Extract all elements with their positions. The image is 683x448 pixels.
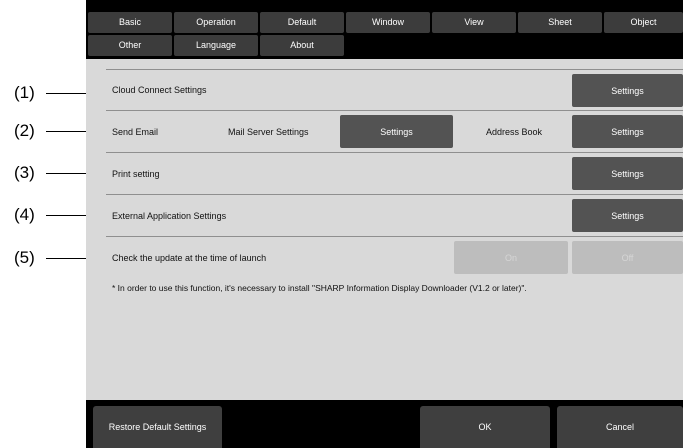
callout-number: (3): [14, 163, 35, 182]
print-setting-label: Print setting: [112, 168, 160, 179]
tab-about[interactable]: About: [260, 35, 344, 56]
tab-view[interactable]: View: [432, 12, 516, 33]
callout-4: (4): [0, 205, 88, 225]
tab-language[interactable]: Language: [174, 35, 258, 56]
callout-line: [46, 173, 88, 174]
cloud-connect-label: Cloud Connect Settings: [112, 85, 207, 95]
restore-defaults-button[interactable]: Restore Default Settings: [93, 406, 222, 448]
tab-bar: Basic Operation Default Window View Shee…: [86, 0, 683, 60]
callout-number: (2): [14, 121, 35, 140]
tab-object[interactable]: Object: [604, 12, 683, 33]
callout-2: (2): [0, 121, 88, 141]
tab-default[interactable]: Default: [260, 12, 344, 33]
print-settings-button[interactable]: Settings: [572, 157, 683, 190]
update-check-row: Check the update at the time of launch O…: [106, 237, 683, 279]
cloud-connect-settings-button[interactable]: Settings: [572, 74, 683, 107]
callout-number: (4): [14, 205, 35, 224]
external-app-row: External Application Settings Settings: [106, 195, 683, 237]
tab-basic[interactable]: Basic: [88, 12, 172, 33]
callout-line: [46, 93, 88, 94]
callout-3: (3): [0, 163, 88, 183]
address-book-settings-button[interactable]: Settings: [572, 115, 683, 148]
settings-dialog: Basic Operation Default Window View Shee…: [86, 0, 683, 448]
update-check-label: Check the update at the time of launch: [112, 253, 267, 263]
callout-number: (1): [14, 83, 35, 102]
send-email-label: Send Email: [112, 126, 159, 137]
tab-other[interactable]: Other: [88, 35, 172, 56]
cloud-connect-row: Cloud Connect Settings Settings: [106, 69, 683, 111]
update-off-button[interactable]: Off: [572, 241, 683, 274]
install-note: * In order to use this function, it's ne…: [112, 283, 527, 293]
tab-window[interactable]: Window: [346, 12, 430, 33]
print-setting-row: Print setting Settings: [106, 153, 683, 195]
cancel-button[interactable]: Cancel: [557, 406, 683, 448]
tab-sheet[interactable]: Sheet: [518, 12, 602, 33]
callout-line: [46, 131, 88, 132]
ok-button[interactable]: OK: [420, 406, 550, 448]
callout-line: [46, 258, 88, 259]
callout-5: (5): [0, 248, 88, 268]
external-app-settings-button[interactable]: Settings: [572, 199, 683, 232]
address-book-label: Address Book: [486, 126, 543, 137]
settings-panel: Cloud Connect Settings Settings Send Ema…: [86, 59, 683, 400]
dialog-footer: Restore Default Settings OK Cancel: [86, 400, 683, 448]
callout-1: (1): [0, 83, 88, 103]
callout-line: [46, 215, 88, 216]
update-on-button[interactable]: On: [454, 241, 568, 274]
tab-operation[interactable]: Operation: [174, 12, 258, 33]
external-app-label: External Application Settings: [112, 210, 227, 221]
callout-number: (5): [14, 248, 35, 267]
send-email-row: Send Email Mail Server Settings Settings…: [106, 111, 683, 153]
mail-server-label: Mail Server Settings: [228, 126, 309, 137]
mail-server-settings-button[interactable]: Settings: [340, 115, 453, 148]
